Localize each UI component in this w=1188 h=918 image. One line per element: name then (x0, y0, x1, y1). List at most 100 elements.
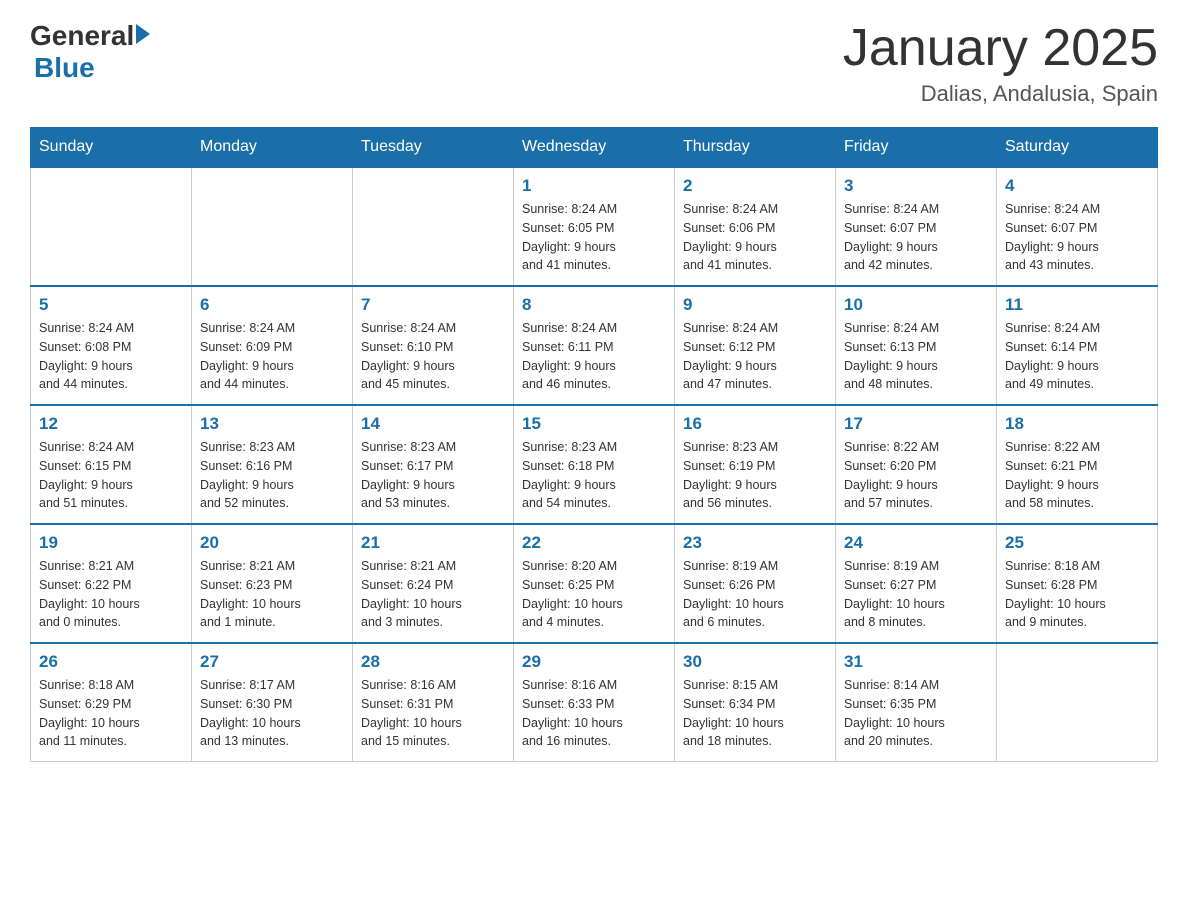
day-number: 1 (522, 176, 666, 196)
calendar-cell: 29 Sunrise: 8:16 AM Sunset: 6:33 PM Dayli… (514, 643, 675, 762)
weekday-header-friday: Friday (836, 128, 997, 168)
weekday-header-saturday: Saturday (997, 128, 1158, 168)
week-row-4: 19 Sunrise: 8:21 AM Sunset: 6:22 PM Dayli… (31, 524, 1158, 643)
day-number: 13 (200, 414, 344, 434)
calendar-cell: 19 Sunrise: 8:21 AM Sunset: 6:22 PM Dayli… (31, 524, 192, 643)
day-number: 4 (1005, 176, 1149, 196)
day-number: 10 (844, 295, 988, 315)
day-info: Sunrise: 8:21 AM Sunset: 6:22 PM Dayligh… (39, 557, 183, 632)
day-info: Sunrise: 8:24 AM Sunset: 6:05 PM Dayligh… (522, 200, 666, 275)
calendar-subtitle: Dalias, Andalusia, Spain (843, 81, 1158, 107)
day-number: 8 (522, 295, 666, 315)
day-info: Sunrise: 8:24 AM Sunset: 6:14 PM Dayligh… (1005, 319, 1149, 394)
logo-arrow-icon (136, 24, 150, 44)
day-number: 29 (522, 652, 666, 672)
day-info: Sunrise: 8:20 AM Sunset: 6:25 PM Dayligh… (522, 557, 666, 632)
week-row-3: 12 Sunrise: 8:24 AM Sunset: 6:15 PM Dayli… (31, 405, 1158, 524)
day-info: Sunrise: 8:15 AM Sunset: 6:34 PM Dayligh… (683, 676, 827, 751)
calendar-cell: 25 Sunrise: 8:18 AM Sunset: 6:28 PM Dayli… (997, 524, 1158, 643)
day-number: 24 (844, 533, 988, 553)
calendar-cell (353, 167, 514, 286)
calendar-cell: 22 Sunrise: 8:20 AM Sunset: 6:25 PM Dayli… (514, 524, 675, 643)
calendar-cell: 2Sunrise: 8:24 AM Sunset: 6:06 PM Daylig… (675, 167, 836, 286)
day-number: 7 (361, 295, 505, 315)
day-number: 19 (39, 533, 183, 553)
calendar-cell: 7 Sunrise: 8:24 AM Sunset: 6:10 PM Daylig… (353, 286, 514, 405)
day-info: Sunrise: 8:24 AM Sunset: 6:13 PM Dayligh… (844, 319, 988, 394)
calendar-cell: 26 Sunrise: 8:18 AM Sunset: 6:29 PM Dayli… (31, 643, 192, 762)
calendar-cell: 20 Sunrise: 8:21 AM Sunset: 6:23 PM Dayli… (192, 524, 353, 643)
day-info: Sunrise: 8:23 AM Sunset: 6:18 PM Dayligh… (522, 438, 666, 513)
calendar-cell (192, 167, 353, 286)
calendar-cell: 23 Sunrise: 8:19 AM Sunset: 6:26 PM Dayli… (675, 524, 836, 643)
day-info: Sunrise: 8:18 AM Sunset: 6:28 PM Dayligh… (1005, 557, 1149, 632)
day-number: 15 (522, 414, 666, 434)
calendar-cell: 15 Sunrise: 8:23 AM Sunset: 6:18 PM Dayli… (514, 405, 675, 524)
calendar-cell: 21 Sunrise: 8:21 AM Sunset: 6:24 PM Dayli… (353, 524, 514, 643)
day-number: 25 (1005, 533, 1149, 553)
calendar-cell (997, 643, 1158, 762)
day-number: 20 (200, 533, 344, 553)
calendar-cell: 10 Sunrise: 8:24 AM Sunset: 6:13 PM Dayli… (836, 286, 997, 405)
calendar-cell: 11 Sunrise: 8:24 AM Sunset: 6:14 PM Dayli… (997, 286, 1158, 405)
calendar-cell (31, 167, 192, 286)
calendar-cell: 4 Sunrise: 8:24 AM Sunset: 6:07 PM Daylig… (997, 167, 1158, 286)
day-info: Sunrise: 8:24 AM Sunset: 6:12 PM Dayligh… (683, 319, 827, 394)
day-info: Sunrise: 8:21 AM Sunset: 6:23 PM Dayligh… (200, 557, 344, 632)
day-number: 30 (683, 652, 827, 672)
day-number: 22 (522, 533, 666, 553)
day-info: Sunrise: 8:24 AM Sunset: 6:15 PM Dayligh… (39, 438, 183, 513)
day-info: Sunrise: 8:23 AM Sunset: 6:17 PM Dayligh… (361, 438, 505, 513)
calendar-cell: 3Sunrise: 8:24 AM Sunset: 6:07 PM Daylig… (836, 167, 997, 286)
day-info: Sunrise: 8:19 AM Sunset: 6:26 PM Dayligh… (683, 557, 827, 632)
day-number: 6 (200, 295, 344, 315)
weekday-header-sunday: Sunday (31, 128, 192, 168)
day-info: Sunrise: 8:22 AM Sunset: 6:20 PM Dayligh… (844, 438, 988, 513)
day-number: 21 (361, 533, 505, 553)
day-number: 5 (39, 295, 183, 315)
day-info: Sunrise: 8:14 AM Sunset: 6:35 PM Dayligh… (844, 676, 988, 751)
day-info: Sunrise: 8:24 AM Sunset: 6:07 PM Dayligh… (1005, 200, 1149, 275)
page-header: General Blue January 2025 Dalias, Andalu… (30, 20, 1158, 107)
day-info: Sunrise: 8:24 AM Sunset: 6:08 PM Dayligh… (39, 319, 183, 394)
calendar-cell: 13 Sunrise: 8:23 AM Sunset: 6:16 PM Dayli… (192, 405, 353, 524)
calendar-cell: 18 Sunrise: 8:22 AM Sunset: 6:21 PM Dayli… (997, 405, 1158, 524)
day-number: 9 (683, 295, 827, 315)
calendar-cell: 12 Sunrise: 8:24 AM Sunset: 6:15 PM Dayli… (31, 405, 192, 524)
day-number: 18 (1005, 414, 1149, 434)
calendar-title-block: January 2025 Dalias, Andalusia, Spain (843, 20, 1158, 107)
day-number: 27 (200, 652, 344, 672)
week-row-5: 26 Sunrise: 8:18 AM Sunset: 6:29 PM Dayli… (31, 643, 1158, 762)
day-number: 17 (844, 414, 988, 434)
week-row-1: 1 Sunrise: 8:24 AM Sunset: 6:05 PM Daylig… (31, 167, 1158, 286)
calendar-title: January 2025 (843, 20, 1158, 77)
day-info: Sunrise: 8:21 AM Sunset: 6:24 PM Dayligh… (361, 557, 505, 632)
calendar-cell: 6Sunrise: 8:24 AM Sunset: 6:09 PM Daylig… (192, 286, 353, 405)
weekday-header-row: SundayMondayTuesdayWednesdayThursdayFrid… (31, 128, 1158, 168)
day-info: Sunrise: 8:16 AM Sunset: 6:33 PM Dayligh… (522, 676, 666, 751)
day-info: Sunrise: 8:24 AM Sunset: 6:11 PM Dayligh… (522, 319, 666, 394)
logo: General Blue (30, 20, 150, 84)
day-info: Sunrise: 8:16 AM Sunset: 6:31 PM Dayligh… (361, 676, 505, 751)
day-info: Sunrise: 8:22 AM Sunset: 6:21 PM Dayligh… (1005, 438, 1149, 513)
weekday-header-tuesday: Tuesday (353, 128, 514, 168)
calendar-cell: 24 Sunrise: 8:19 AM Sunset: 6:27 PM Dayli… (836, 524, 997, 643)
day-number: 11 (1005, 295, 1149, 315)
weekday-header-monday: Monday (192, 128, 353, 168)
weekday-header-thursday: Thursday (675, 128, 836, 168)
day-number: 26 (39, 652, 183, 672)
day-info: Sunrise: 8:23 AM Sunset: 6:16 PM Dayligh… (200, 438, 344, 513)
day-info: Sunrise: 8:24 AM Sunset: 6:10 PM Dayligh… (361, 319, 505, 394)
day-number: 23 (683, 533, 827, 553)
day-number: 12 (39, 414, 183, 434)
calendar-cell: 28Sunrise: 8:16 AM Sunset: 6:31 PM Dayli… (353, 643, 514, 762)
day-number: 2 (683, 176, 827, 196)
calendar-cell: 17 Sunrise: 8:22 AM Sunset: 6:20 PM Dayli… (836, 405, 997, 524)
day-info: Sunrise: 8:18 AM Sunset: 6:29 PM Dayligh… (39, 676, 183, 751)
day-info: Sunrise: 8:19 AM Sunset: 6:27 PM Dayligh… (844, 557, 988, 632)
weekday-header-wednesday: Wednesday (514, 128, 675, 168)
week-row-2: 5 Sunrise: 8:24 AM Sunset: 6:08 PM Daylig… (31, 286, 1158, 405)
logo-blue-text: Blue (34, 52, 95, 84)
calendar-cell: 16Sunrise: 8:23 AM Sunset: 6:19 PM Dayli… (675, 405, 836, 524)
day-info: Sunrise: 8:23 AM Sunset: 6:19 PM Dayligh… (683, 438, 827, 513)
